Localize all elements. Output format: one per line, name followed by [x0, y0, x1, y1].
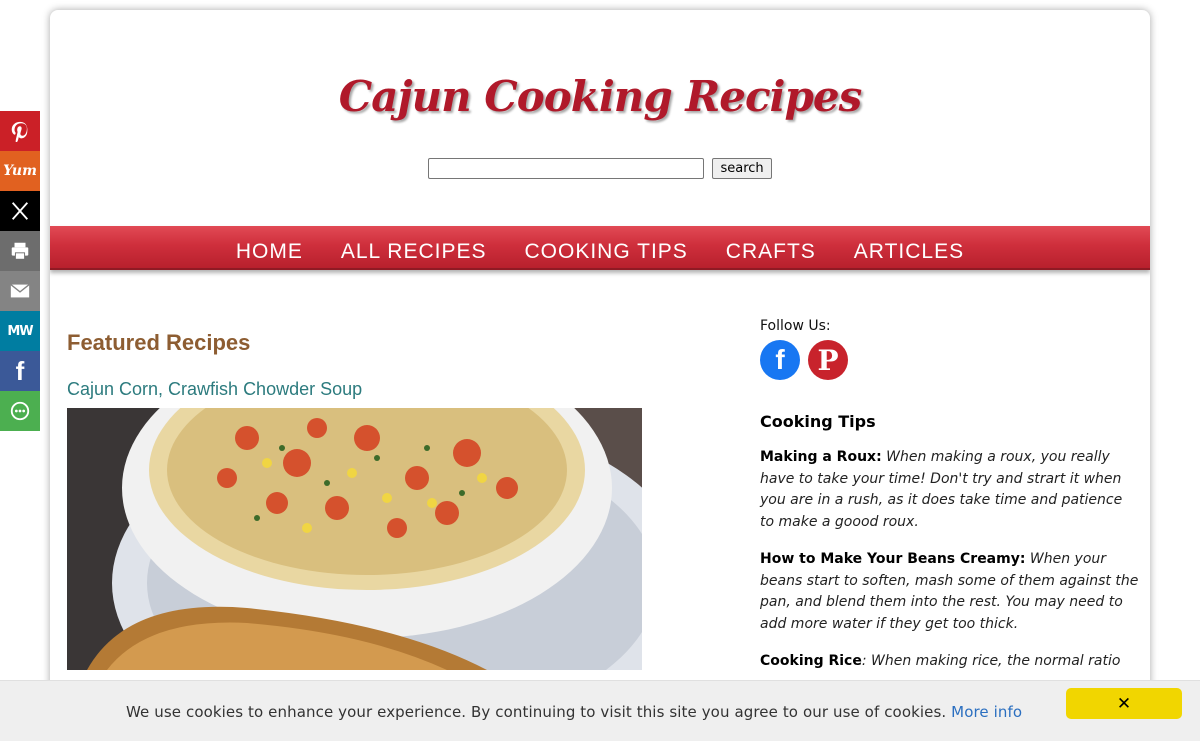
nav-item-articles[interactable]: ARTICLES — [835, 240, 983, 268]
nav-item-home[interactable]: HOME — [217, 240, 322, 268]
share-print-button[interactable] — [0, 231, 40, 271]
share-email-button[interactable] — [0, 271, 40, 311]
cookie-banner: We use cookies to enhance your experienc… — [0, 680, 1200, 741]
tip-item: Cooking Rice: When making rice, the norm… — [760, 651, 1140, 673]
mewe-icon: MW — [7, 323, 33, 339]
facebook-icon[interactable]: f — [760, 340, 800, 380]
chowder-bowl-image — [67, 408, 642, 670]
cookie-message: We use cookies to enhance your experienc… — [126, 703, 1022, 721]
main-content: Featured Recipes Cajun Corn, Crawfish Ch… — [67, 330, 667, 670]
recipe-image[interactable] — [67, 408, 642, 670]
page-container: Cajun Cooking Recipes search HOME ALL RE… — [50, 10, 1150, 740]
pinterest-icon[interactable]: P — [808, 340, 848, 380]
x-icon — [11, 202, 29, 220]
search-input[interactable] — [428, 158, 705, 179]
share-more-button[interactable] — [0, 391, 40, 431]
sidebar: Follow Us: f P Cooking Tips Making a Rou… — [760, 318, 1140, 673]
pinterest-icon — [11, 121, 28, 142]
share-facebook-button[interactable]: f — [0, 351, 40, 391]
tip-item: How to Make Your Beans Creamy: When your… — [760, 549, 1140, 635]
facebook-icon: f — [15, 355, 25, 386]
recipe-title-link[interactable]: Cajun Corn, Crawfish Chowder Soup — [67, 379, 362, 400]
print-icon — [11, 242, 29, 260]
cookie-message-text: We use cookies to enhance your experienc… — [126, 703, 947, 721]
share-x-button[interactable] — [0, 191, 40, 231]
share-mewe-button[interactable]: MW — [0, 311, 40, 351]
close-icon: ✕ — [1116, 693, 1132, 714]
follow-label: Follow Us: — [760, 318, 831, 334]
more-options-icon — [10, 401, 30, 421]
email-icon — [10, 284, 30, 298]
cookie-close-button[interactable]: ✕ — [1066, 688, 1182, 719]
share-yummly-button[interactable]: Yum — [0, 151, 40, 191]
search-button[interactable]: search — [712, 158, 772, 179]
nav-item-cooking-tips[interactable]: COOKING TIPS — [505, 240, 706, 268]
yummly-icon: Yum — [3, 163, 37, 179]
tip-title: Making a Roux: — [760, 449, 882, 465]
share-pinterest-button[interactable] — [0, 111, 40, 151]
main-nav: HOME ALL RECIPES COOKING TIPS CRAFTS ART… — [50, 226, 1150, 270]
tip-title: Cooking Rice — [760, 653, 862, 669]
search-form: search — [50, 158, 1150, 179]
tip-item: Making a Roux: When making a roux, you r… — [760, 447, 1140, 533]
cookie-more-info-link[interactable]: More info — [951, 703, 1022, 721]
featured-heading: Featured Recipes — [67, 330, 251, 355]
nav-item-all-recipes[interactable]: ALL RECIPES — [322, 240, 506, 268]
share-bar: Yum MW f — [0, 111, 40, 431]
nav-item-crafts[interactable]: CRAFTS — [707, 240, 835, 268]
tip-title: How to Make Your Beans Creamy: — [760, 551, 1026, 567]
social-links: f P — [760, 340, 1140, 380]
tip-text: : When making rice, the normal ratio — [861, 653, 1121, 669]
cooking-tips-heading: Cooking Tips — [760, 412, 876, 431]
site-logo[interactable]: Cajun Cooking Recipes — [50, 72, 1150, 121]
